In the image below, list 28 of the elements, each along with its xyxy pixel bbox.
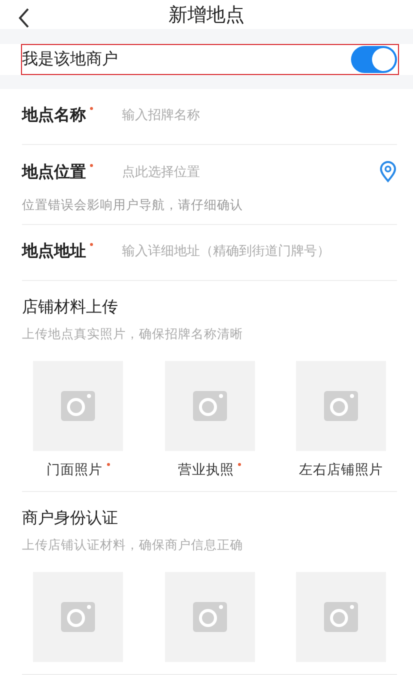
section-title: 商户身份认证 (22, 508, 119, 529)
photo-upload-button[interactable] (164, 572, 254, 662)
camera-icon (61, 602, 95, 632)
upload-label: 左右店铺照片 (299, 462, 383, 478)
camera-icon (192, 602, 226, 632)
section-subtitle: 上传地点真实照片，确保招牌名称清晰 (22, 326, 244, 343)
photo-upload-button[interactable] (33, 572, 123, 662)
section-title: 店铺材料上传 (22, 297, 119, 318)
camera-icon (61, 391, 95, 421)
camera-icon (192, 391, 226, 421)
photo-upload-button[interactable] (296, 361, 386, 451)
field-label: 地点位置 (22, 162, 86, 182)
field-hint: 位置错误会影响用户导航，请仔细确认 (22, 197, 244, 214)
toggle-label: 我是该地商户 (22, 49, 118, 70)
page-title: 新增地点 (168, 2, 244, 28)
merchant-switch[interactable] (351, 46, 397, 74)
upload-label: 营业执照 (178, 462, 234, 478)
upload-label: 门面照片 (46, 462, 102, 478)
camera-icon (324, 391, 358, 421)
photo-upload-button[interactable] (296, 572, 386, 662)
location-pin-icon[interactable] (379, 161, 397, 183)
camera-icon (324, 602, 358, 632)
field-label: 地点地址 (22, 241, 86, 262)
field-label: 地点名称 (22, 105, 86, 126)
photo-upload-button[interactable] (33, 361, 123, 451)
back-icon (18, 8, 30, 28)
photo-upload-button[interactable] (164, 361, 254, 451)
section-subtitle: 上传店铺认证材料，确保商户信息正确 (22, 537, 244, 554)
